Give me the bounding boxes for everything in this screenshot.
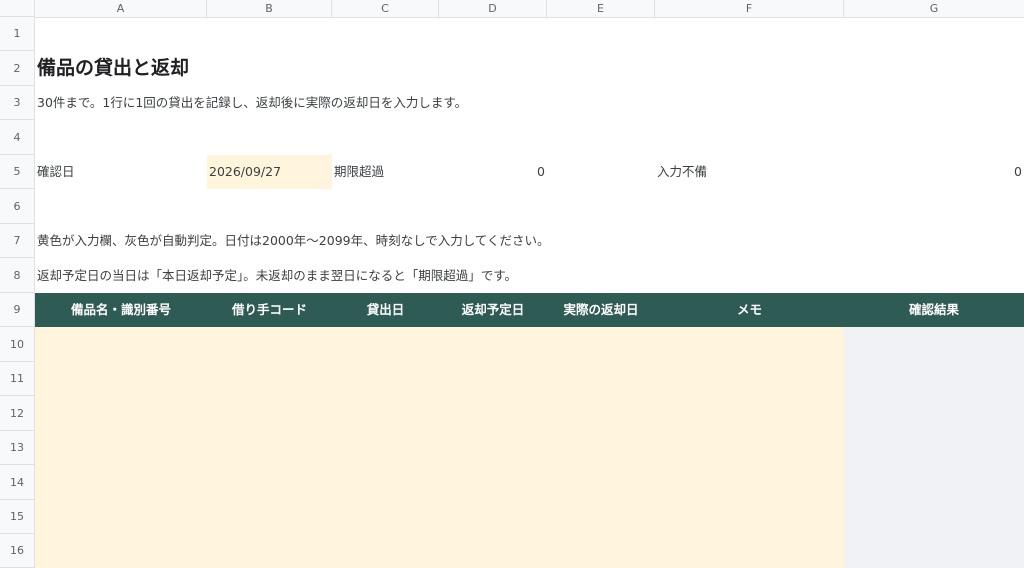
header-due-date[interactable]: 返却予定日 [439,293,547,327]
check-date-label[interactable]: 確認日 [37,155,75,189]
incomplete-label[interactable]: 入力不備 [657,155,707,189]
row-header-8[interactable]: 8 [0,258,35,293]
sheet-title[interactable]: 備品の貸出と返却 [37,51,189,86]
row-header-2[interactable]: 2 [0,51,35,86]
column-header-a[interactable]: A [35,0,207,17]
column-header-f[interactable]: F [655,0,844,17]
row-header-5[interactable]: 5 [0,155,35,189]
row-header-6[interactable]: 6 [0,189,35,224]
row-header-7[interactable]: 7 [0,224,35,258]
header-check-result[interactable]: 確認結果 [844,293,1024,327]
column-header-b[interactable]: B [207,0,332,17]
column-header-d[interactable]: D [439,0,547,17]
row-header-13[interactable]: 13 [0,431,35,465]
row-header-15[interactable]: 15 [0,500,35,534]
row-header-11[interactable]: 11 [0,362,35,396]
header-loan-date[interactable]: 貸出日 [332,293,439,327]
sheet-description[interactable]: 30件まで。1行に1回の貸出を記録し、返却後に実際の返却日を入力します。 [37,86,467,120]
overdue-label[interactable]: 期限超過 [334,155,384,189]
header-borrower-code[interactable]: 借り手コード [207,293,332,327]
header-item-name[interactable]: 備品名・識別番号 [35,293,207,327]
check-date-input[interactable]: 2026/09/27 [207,155,332,189]
row-header-4[interactable]: 4 [0,120,35,155]
loan-entry-input-range[interactable] [35,327,844,568]
row-header-1[interactable]: 1 [0,17,35,51]
spreadsheet: A B C D E F G 1 2 3 4 5 6 7 8 9 10 11 12… [0,0,1024,568]
column-header-bar: A B C D E F G [0,0,1024,18]
row-header-14[interactable]: 14 [0,465,35,500]
overdue-count[interactable]: 0 [439,155,545,189]
column-header-e[interactable]: E [547,0,655,17]
row-header-10[interactable]: 10 [0,327,35,362]
incomplete-count[interactable]: 0 [844,155,1022,189]
check-result-auto-range[interactable] [844,327,1024,568]
column-header-g[interactable]: G [844,0,1024,17]
row-header-3[interactable]: 3 [0,86,35,120]
note-status-rules[interactable]: 返却予定日の当日は「本日返却予定」。未返却のまま翌日になると「期限超過」です。 [37,258,517,293]
header-actual-return-date[interactable]: 実際の返却日 [547,293,655,327]
row-header-12[interactable]: 12 [0,396,35,431]
row-header-9[interactable]: 9 [0,293,35,327]
row-header-16[interactable]: 16 [0,534,35,568]
column-header-c[interactable]: C [332,0,439,17]
select-all-corner[interactable] [0,0,35,17]
note-input-rules[interactable]: 黄色が入力欄、灰色が自動判定。日付は2000年〜2099年、時刻なしで入力してく… [37,224,550,258]
header-memo[interactable]: メモ [655,293,844,327]
